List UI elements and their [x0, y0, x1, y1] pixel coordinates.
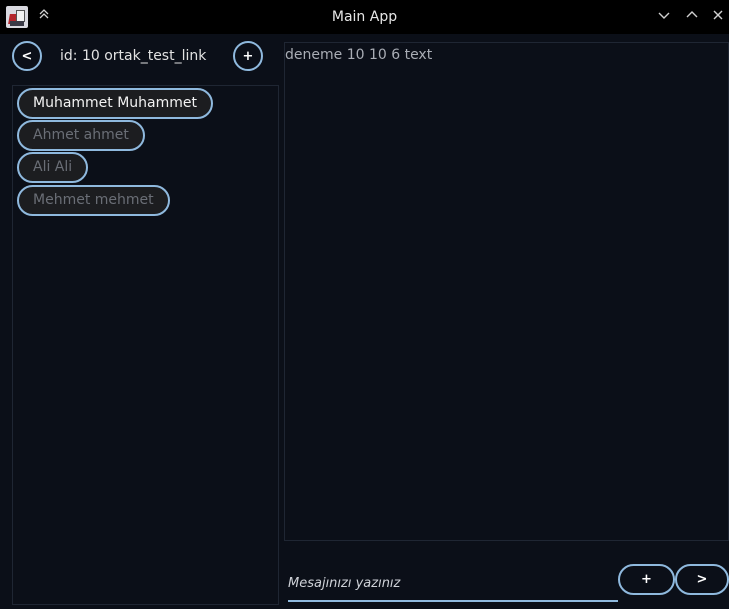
maximize-button[interactable]: [684, 8, 700, 26]
window-title: Main App: [331, 9, 398, 25]
add-chat-button[interactable]: +: [233, 41, 263, 71]
title-bar: Main App: [0, 0, 729, 34]
back-button[interactable]: <: [12, 41, 42, 71]
close-icon: [713, 10, 723, 20]
message-item: deneme 10 10 6 text: [285, 47, 433, 63]
chevron-down-icon: [658, 12, 670, 19]
user-list: Muhammet Muhammet Ahmet ahmet Ali Ali Me…: [12, 85, 279, 605]
message-input[interactable]: [288, 566, 618, 600]
message-composer: [288, 566, 618, 602]
user-item-ahmet[interactable]: Ahmet ahmet: [17, 120, 145, 151]
app-window: Main App < id: 10 ortak_test_link + Muha…: [0, 0, 729, 609]
user-item-mehmet[interactable]: Mehmet mehmet: [17, 185, 170, 216]
minimize-button[interactable]: [656, 8, 672, 26]
chat-id-label: id: 10 ortak_test_link: [60, 48, 207, 64]
user-item-muhammet[interactable]: Muhammet Muhammet: [17, 88, 214, 119]
input-underline: [288, 600, 618, 602]
send-button[interactable]: >: [675, 564, 729, 595]
user-item-ali[interactable]: Ali Ali: [17, 152, 89, 183]
message-area[interactable]: [284, 42, 729, 541]
attach-button[interactable]: +: [618, 564, 675, 595]
close-button[interactable]: [710, 8, 726, 26]
chevron-up-icon: [686, 11, 698, 18]
